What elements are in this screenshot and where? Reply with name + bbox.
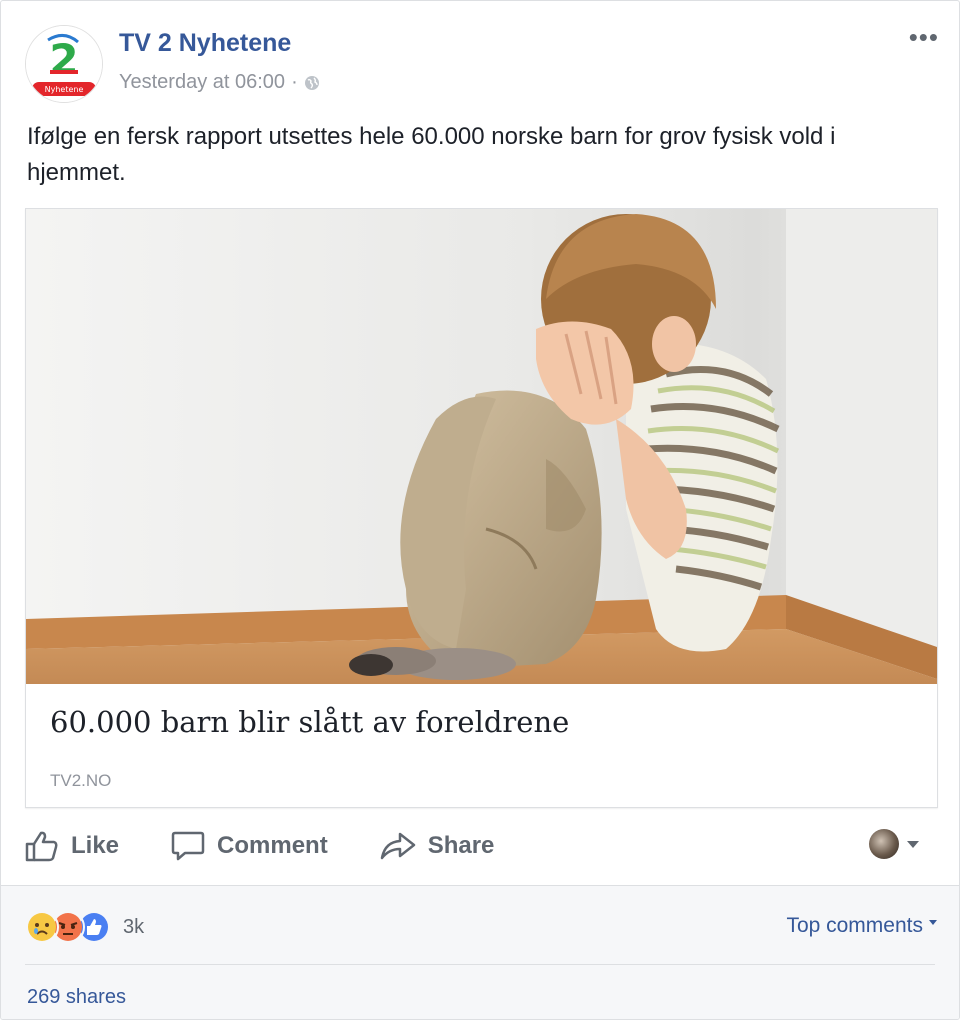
more-options-button[interactable]: ••• [909, 24, 939, 50]
post-as-selector[interactable] [869, 829, 919, 859]
footer-divider [25, 964, 935, 965]
link-title[interactable]: 60.000 barn blir slått av foreldrene [50, 705, 569, 739]
share-arrow-icon [380, 832, 415, 860]
action-bar: Like Comment Share [25, 821, 935, 871]
page-avatar[interactable]: 2 Nyhetene [25, 25, 103, 103]
shares-count-link[interactable]: 269 shares [27, 986, 126, 1009]
reaction-summary[interactable]: 3k [25, 910, 144, 944]
link-domain: TV2.NO [50, 771, 112, 790]
post-footer: 3k Top comments 269 shares [1, 885, 959, 1019]
share-button[interactable]: Share [380, 831, 495, 861]
sort-caret-icon [929, 919, 937, 925]
like-button[interactable]: Like [25, 830, 119, 862]
comment-sort-label: Top comments [786, 914, 923, 937]
meta-separator: · [291, 71, 298, 93]
like-label: Like [71, 832, 120, 859]
post-text: Ifølge en fersk rapport utsettes hele 60… [27, 123, 836, 186]
tv2-logo-icon: 2 Nyhetene [26, 26, 102, 102]
globe-icon[interactable] [304, 75, 320, 91]
link-preview[interactable]: 60.000 barn blir slått av foreldrene TV2… [25, 208, 938, 808]
comment-sort-dropdown[interactable]: Top comments [786, 914, 937, 938]
reaction-count: 3k [123, 915, 145, 938]
logo-band-text: Nyhetene [45, 85, 84, 94]
post-timestamp[interactable]: Yesterday at 06:00 [119, 71, 285, 94]
child-covering-face-photo [26, 209, 937, 684]
page-name-link[interactable]: TV 2 Nyhetene [119, 29, 291, 58]
logo-numeral: 2 [49, 35, 78, 84]
thumbs-up-icon [25, 831, 58, 862]
viewer-avatar [869, 829, 899, 859]
share-label: Share [427, 832, 495, 859]
post-card: 2 Nyhetene TV 2 Nyhetene Yesterday at 06… [0, 0, 960, 1020]
post-meta: Yesterday at 06:00 · [119, 71, 320, 94]
sad-icon [25, 910, 59, 944]
comment-button[interactable]: Comment [171, 830, 328, 862]
comment-icon [171, 831, 205, 861]
chevron-down-icon [907, 840, 919, 848]
comment-label: Comment [217, 832, 328, 859]
